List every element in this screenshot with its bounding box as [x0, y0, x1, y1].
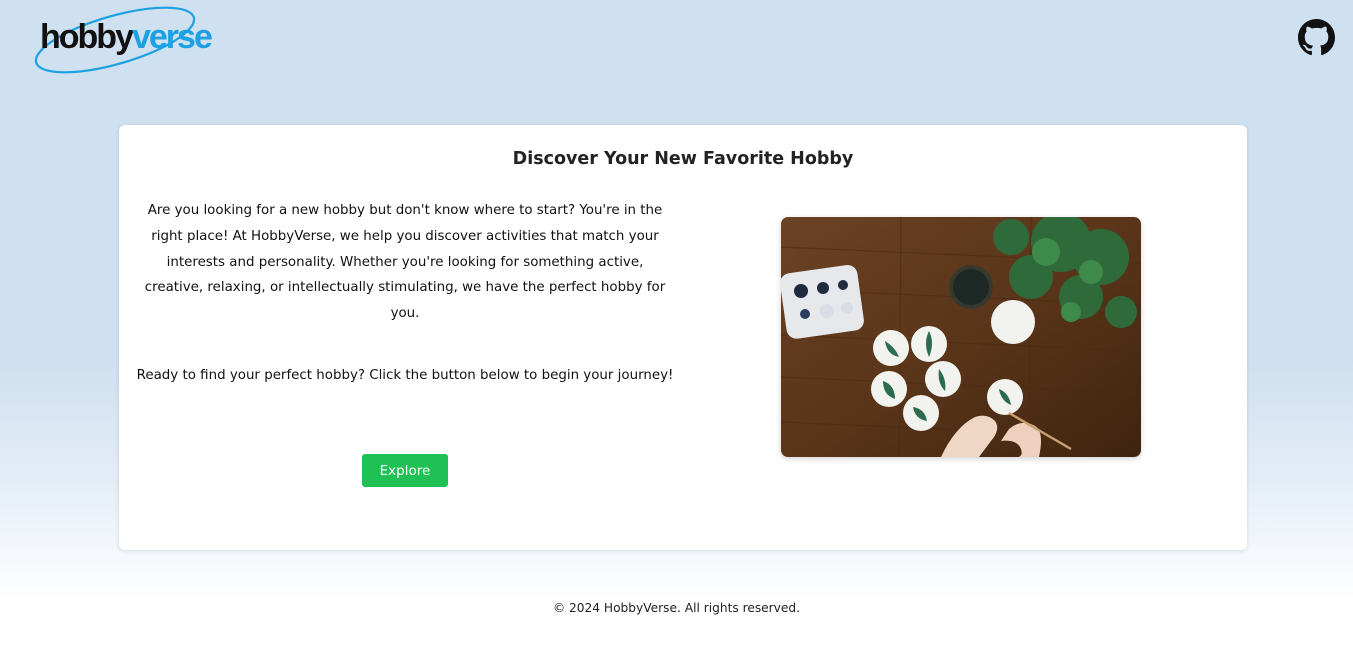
github-icon: [1298, 19, 1335, 56]
hero-card: Discover Your New Favorite Hobby Are you…: [119, 125, 1247, 550]
explore-button[interactable]: Explore: [362, 454, 448, 487]
cta-paragraph: Ready to find your perfect hobby? Click …: [136, 368, 674, 383]
footer-copyright: © 2024 HobbyVerse. All rights reserved.: [552, 601, 801, 615]
intro-paragraph: Are you looking for a new hobby but don'…: [144, 203, 666, 322]
github-link[interactable]: [1298, 19, 1335, 56]
hobbyverse-logo[interactable]: hobbyverse: [30, 4, 245, 74]
logo-text-hobby: hobby: [40, 18, 134, 56]
page-title: Discover Your New Favorite Hobby: [512, 149, 854, 169]
logo-text-verse: verse: [131, 18, 213, 56]
hobby-painting-image: [781, 217, 1141, 457]
logo-text: hobbyverse: [40, 18, 213, 56]
